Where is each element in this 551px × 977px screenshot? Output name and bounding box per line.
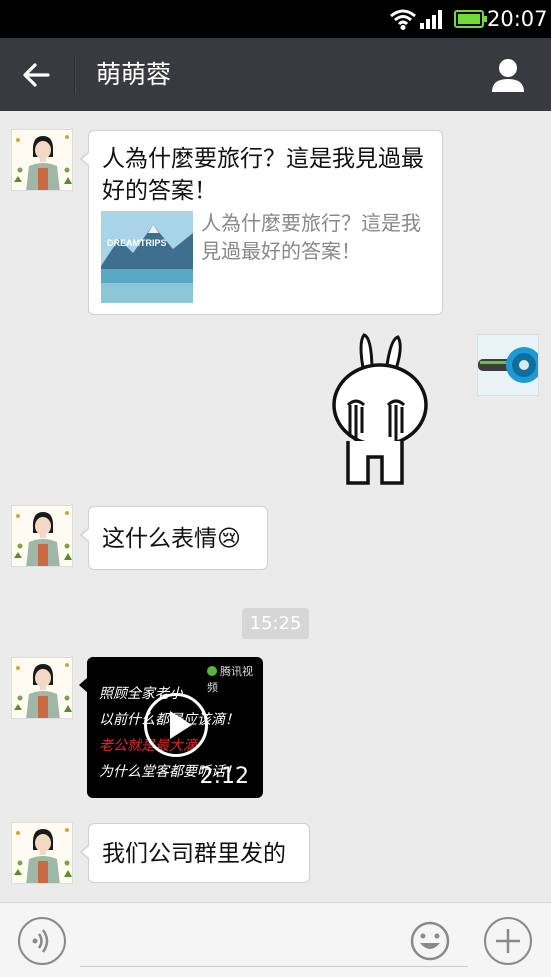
signal-icon	[420, 10, 442, 29]
text-message-bubble[interactable]: 这什么表情😢	[80, 506, 268, 570]
link-card-bubble[interactable]: 人為什麼要旅行？這是我見過最好的答案！ DREAMTRIPS 人為什麼要旅行？這…	[80, 130, 443, 315]
input-bar	[0, 902, 551, 977]
chat-title: 萌萌蓉	[96, 60, 172, 89]
battery-icon	[454, 10, 487, 28]
avatar-image	[12, 506, 72, 566]
person-icon[interactable]	[490, 58, 526, 92]
link-card-title: 人為什麼要旅行？這是我見過最好的答案！	[102, 146, 424, 204]
avatar[interactable]	[11, 129, 73, 191]
plus-icon	[496, 929, 520, 953]
avatar[interactable]	[11, 822, 73, 884]
avatar[interactable]	[11, 657, 73, 719]
voice-button[interactable]	[18, 917, 66, 965]
wifi-icon	[390, 9, 416, 30]
ab-wheel-image	[478, 335, 538, 395]
header-divider	[74, 56, 75, 94]
svg-text:DREAMTRIPS: DREAMTRIPS	[107, 238, 167, 248]
link-card-thumbnail: DREAMTRIPS	[101, 211, 193, 303]
voice-icon	[32, 929, 49, 953]
emoji-icon[interactable]	[410, 921, 450, 961]
play-icon[interactable]	[144, 693, 208, 757]
my-avatar[interactable]	[477, 334, 539, 396]
more-button[interactable]	[484, 917, 532, 965]
message-text: 我们公司群里发的	[102, 841, 286, 867]
message-text: 这什么表情😢	[102, 526, 241, 552]
link-card-description: 人為什麼要旅行？這是我見過最好的答案！	[201, 211, 421, 263]
video-source-logo: 腾讯视频	[207, 665, 253, 694]
crying-bunny-sticker[interactable]	[320, 333, 430, 488]
video-duration: 2:12	[199, 764, 249, 789]
video-message[interactable]: 腾讯视频 照顾全家老小 以前什么都是应该滴！ 老公就是最大滴 为什么堂客都要听话…	[79, 657, 263, 798]
time-divider: 15:25	[242, 608, 309, 639]
avatar-image	[12, 658, 72, 718]
avatar-image	[12, 130, 72, 190]
back-arrow-icon[interactable]	[22, 62, 50, 88]
avatar[interactable]	[11, 505, 73, 567]
text-message-bubble[interactable]: 我们公司群里发的	[80, 823, 310, 883]
status-bar: 20:07	[0, 0, 551, 38]
chat-header: 萌萌蓉	[0, 38, 551, 111]
status-time: 20:07	[487, 7, 548, 31]
avatar-image	[12, 823, 72, 883]
